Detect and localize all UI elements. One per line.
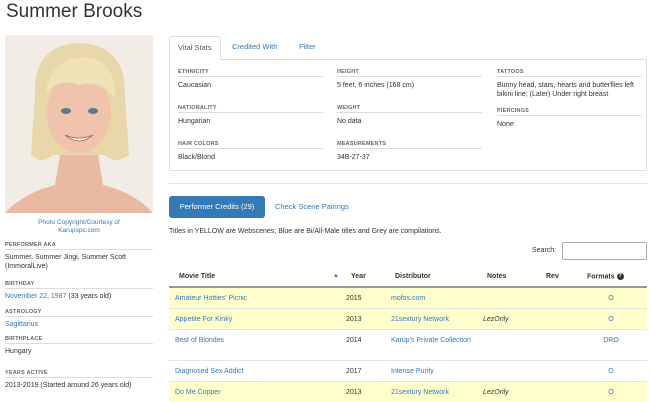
portrait-image [5, 35, 153, 213]
sidebar-value: 2013-2019 (Started around 26 years old) [5, 382, 132, 389]
table-row: Amateur Hotties' Picnic 2015 mofos.com O [169, 288, 647, 309]
stat-heading: HEIGHT [337, 69, 482, 77]
tab-vital-stats[interactable]: Vital Stats [169, 36, 221, 60]
movie-title-link[interactable]: Appetite For Kinky [175, 315, 325, 324]
tab-credited-with[interactable]: Credited With [224, 36, 285, 60]
stats-column-3: TATTOOS Bunny head, stars, hearts and bu… [497, 69, 642, 144]
sidebar-heading: PERFORMER AKA [5, 242, 153, 250]
movie-title-link[interactable]: Amateur Hotties' Picnic [175, 294, 325, 303]
table-row: Best of Blondes 2014 Karup's Private Colle… [169, 330, 647, 361]
sidebar-birthplace: BIRTHPLACE Hungary [5, 336, 153, 356]
column-header-rev[interactable]: Rev [546, 273, 559, 280]
distributor-link[interactable]: Intense Purity [391, 367, 481, 376]
table-body: Amateur Hotties' Picnic 2015 mofos.com O App… [169, 288, 647, 402]
movie-title-link[interactable]: Do Me Copper [175, 388, 325, 397]
search-label: Search: [532, 247, 557, 254]
stat-value: No data [337, 118, 362, 125]
formats-link[interactable]: O [569, 388, 650, 397]
year-cell: 2013 [346, 316, 362, 323]
formats-label[interactable]: Formats [587, 273, 615, 280]
stat-heading: NATIONALITY [178, 105, 323, 113]
stats-column-2: HEIGHT 5 feet, 6 inches (168 cm) WEIGHT … [337, 69, 482, 177]
table-row: Appetite For Kinky 2013 21sextury Network L… [169, 309, 647, 330]
help-icon[interactable]: ? [616, 273, 624, 280]
stat-heading: MEASUREMENTS [337, 141, 482, 149]
distributor-link[interactable]: 21sextury Network [391, 315, 481, 324]
stat-heading: ETHNICITY [178, 69, 323, 77]
stat-heading: PIERCINGS [497, 108, 642, 116]
column-header-notes[interactable]: Notes [487, 273, 506, 280]
astrology-link[interactable]: Sagittarius [5, 321, 38, 328]
distributor-link[interactable]: 21sextury Network [391, 388, 481, 397]
movie-title-link[interactable]: Diagnosed Sex Addict [175, 367, 325, 376]
stat-heading: TATTOOS [497, 69, 642, 77]
stat-value: Bunny head, stars, hearts and butterflie… [497, 82, 634, 98]
color-legend-note: Titles in YELLOW are Webscenes; Blue are… [169, 228, 442, 235]
birthday-link[interactable]: November 22, 1987 [5, 293, 66, 300]
table-header: Movie Title ▲ Year Distributor Notes Rev… [169, 266, 647, 288]
search-input[interactable] [562, 242, 647, 260]
stat-heading: HAIR COLORS [178, 141, 323, 149]
tab-bar: Vital Stats Credited With Filter [169, 36, 647, 60]
sidebar-value: Summer, Summer Jingi, Summer Scott (Immo… [5, 254, 126, 270]
stat-value: 5 feet, 6 inches (168 cm) [337, 82, 415, 89]
distributor-link[interactable]: mofos.com [391, 294, 481, 303]
sidebar-astrology: ASTROLOGY Sagittarius [5, 309, 153, 329]
sidebar-heading: BIRTHDAY [5, 281, 153, 289]
stat-value: Black/Blond [178, 154, 215, 161]
sidebar-aka: PERFORMER AKA Summer, Summer Jingi, Summ… [5, 242, 153, 271]
table-row: Do Me Copper 2013 21sextury Network LezOnly… [169, 382, 647, 402]
stat-value: None [497, 121, 514, 128]
notes-cell: LezOnly [483, 316, 509, 323]
stats-column-1: ETHNICITY Caucasian NATIONALITY Hungaria… [178, 69, 323, 177]
page-title: Summer Brooks [6, 1, 143, 22]
year-cell: 2015 [346, 295, 362, 302]
formats-link[interactable]: O [569, 367, 650, 376]
sort-ascending-icon[interactable]: ▲ [333, 273, 339, 279]
stat-value: Hungarian [178, 118, 211, 125]
column-header-year[interactable]: Year [351, 273, 366, 280]
notes-cell: LezOnly [483, 389, 509, 396]
formats-link[interactable]: O [569, 315, 650, 324]
performer-credits-button[interactable]: Performer Credits (29) [169, 196, 265, 218]
year-cell: 2013 [346, 389, 362, 396]
sidebar-years-active: YEARS ACTIVE 2013-2019 (Started around 2… [5, 370, 153, 390]
column-header-distributor[interactable]: Distributor [395, 273, 431, 280]
check-scene-pairings-link[interactable]: Check Scene Pairings [275, 196, 349, 218]
column-header-formats[interactable]: Formats ? [587, 273, 624, 280]
stat-value: 34B-27-37 [337, 154, 370, 161]
sidebar-heading: BIRTHPLACE [5, 336, 153, 344]
sidebar-heading: ASTROLOGY [5, 309, 153, 317]
formats-link[interactable]: DRO [569, 336, 650, 345]
vital-stats-panel: ETHNICITY Caucasian NATIONALITY Hungaria… [169, 59, 647, 171]
movie-title-link[interactable]: Best of Blondes [175, 336, 325, 345]
column-header-title[interactable]: Movie Title [179, 273, 215, 280]
tab-filter[interactable]: Filter [291, 36, 324, 60]
photo-credit-line1[interactable]: Photo Copyright/Courtesy of [5, 219, 153, 227]
year-cell: 2017 [346, 368, 362, 375]
photo-credit-line2[interactable]: Karupspc.com [5, 227, 153, 235]
photo-credit[interactable]: Photo Copyright/Courtesy of Karupspc.com [5, 219, 153, 235]
section-divider [169, 183, 647, 184]
distributor-link[interactable]: Karup's Private Collection [391, 336, 481, 345]
sidebar-value: Hungary [5, 348, 32, 355]
sidebar-birthday: BIRTHDAY November 22, 1987 (33 years old… [5, 281, 153, 301]
performer-photo[interactable] [5, 35, 153, 213]
formats-link[interactable]: O [569, 294, 650, 303]
year-cell: 2014 [346, 337, 362, 344]
credits-table: Movie Title ▲ Year Distributor Notes Rev… [169, 266, 647, 402]
stat-heading: WEIGHT [337, 105, 482, 113]
sidebar-heading: YEARS ACTIVE [5, 370, 153, 378]
table-row: Diagnosed Sex Addict 2017 Intense Purity O [169, 361, 647, 382]
birthday-age: (33 years old) [66, 293, 112, 300]
stat-value: Caucasian [178, 82, 212, 89]
